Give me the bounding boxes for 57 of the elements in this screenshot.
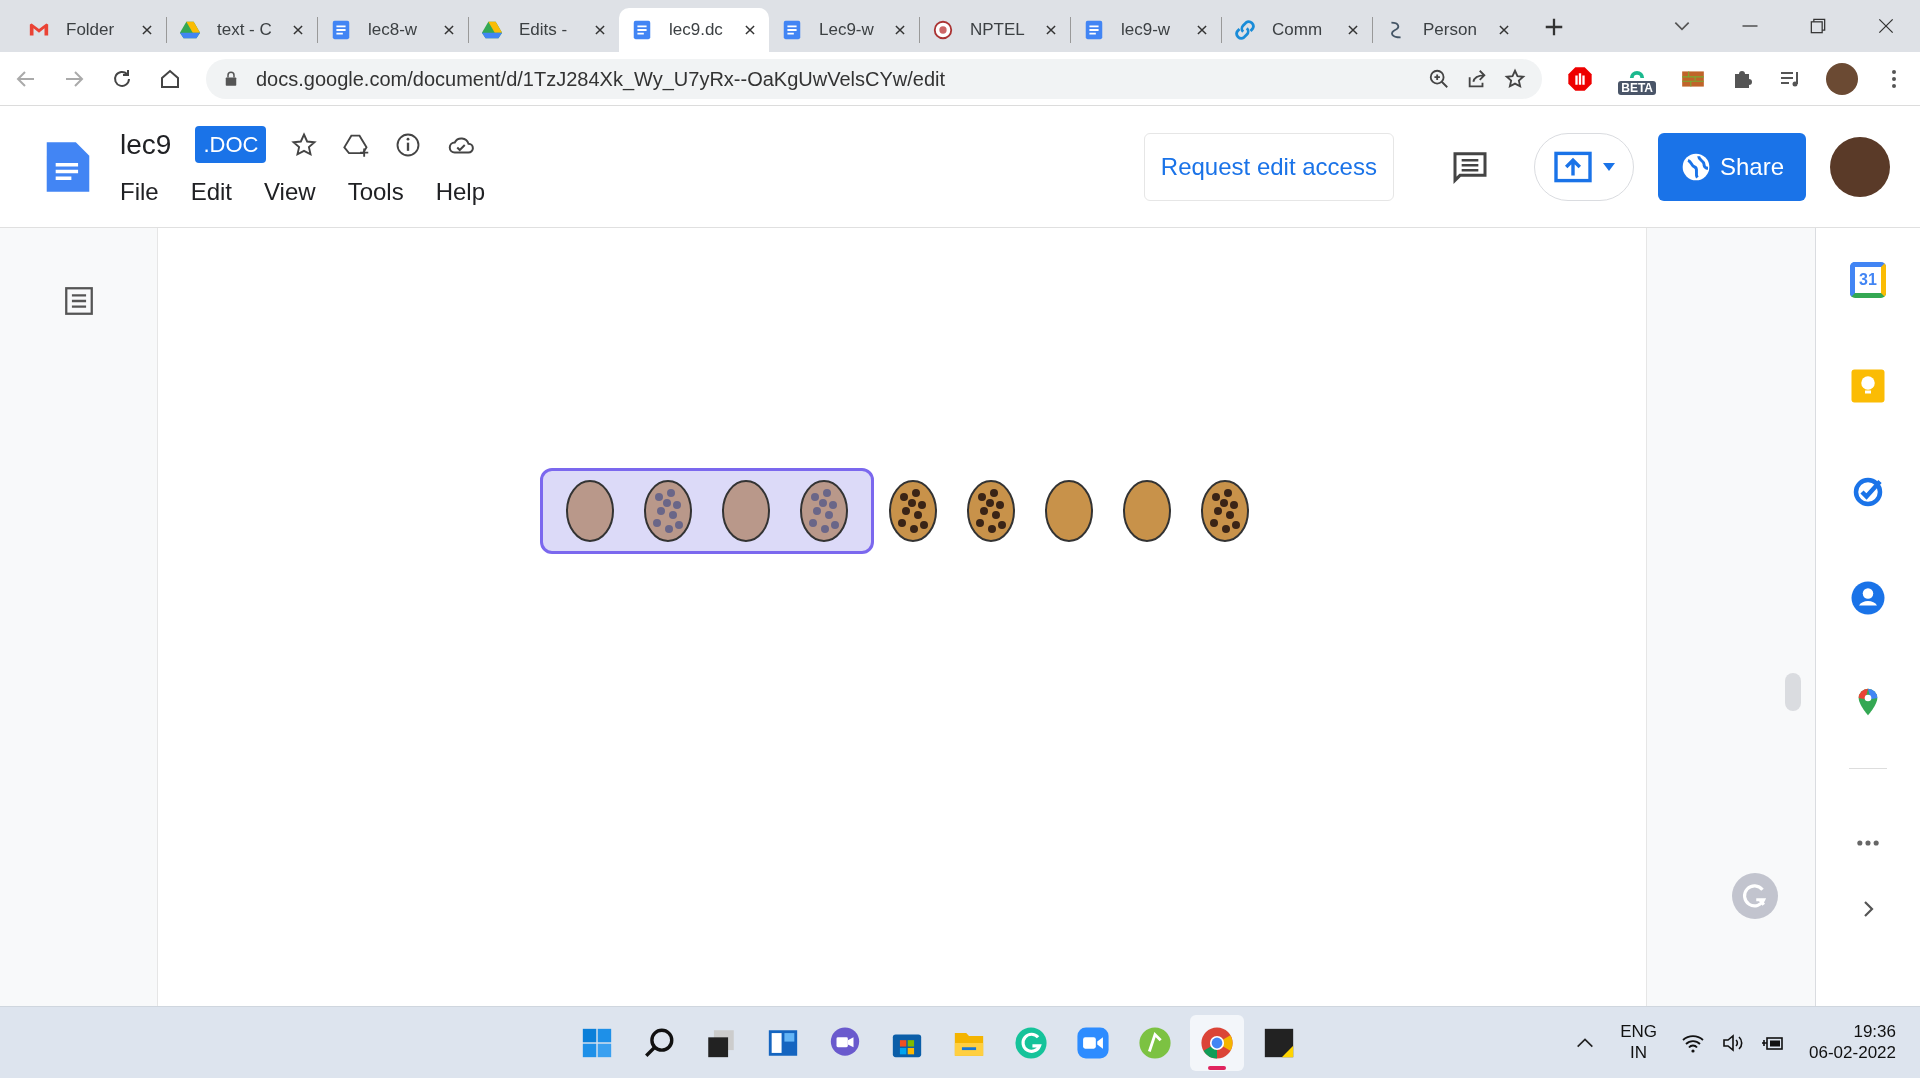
star-icon[interactable] bbox=[290, 130, 319, 159]
menu-item[interactable]: File bbox=[112, 173, 167, 210]
menu-item[interactable]: Edit bbox=[182, 173, 241, 210]
browser-tab[interactable]: Edits - bbox=[469, 8, 619, 52]
document-title[interactable]: lec9 bbox=[120, 123, 172, 166]
new-tab-icon[interactable] bbox=[1543, 16, 1565, 38]
browser-tab[interactable]: Person bbox=[1373, 8, 1523, 52]
caret-icon[interactable] bbox=[1601, 161, 1616, 172]
document-icon bbox=[781, 19, 803, 41]
format-badge: .DOC bbox=[195, 126, 267, 163]
triangle-icon bbox=[179, 19, 201, 41]
close-icon[interactable] bbox=[140, 23, 154, 37]
extension-badge: BETA bbox=[1618, 80, 1656, 95]
browser-tab[interactable]: lec9-w bbox=[1071, 8, 1221, 52]
browser-tab[interactable]: Lec9-w bbox=[769, 8, 919, 52]
browser-tab[interactable]: text - C bbox=[167, 8, 317, 52]
chrome-icon[interactable] bbox=[1200, 1025, 1234, 1060]
request-edit-access-button[interactable]: Request edit access bbox=[1143, 132, 1394, 201]
clock-time[interactable]: 19:36 bbox=[1853, 1022, 1896, 1043]
video-camera-icon[interactable] bbox=[1076, 1025, 1110, 1060]
document-icon bbox=[631, 19, 653, 41]
close-icon[interactable] bbox=[1346, 23, 1360, 37]
close-icon[interactable] bbox=[442, 23, 456, 37]
emblem-icon bbox=[932, 19, 954, 41]
region-label[interactable]: IN bbox=[1630, 1042, 1648, 1063]
close-icon[interactable] bbox=[893, 23, 907, 37]
browser-tab[interactable]: NPTEL bbox=[920, 8, 1070, 52]
menu-item[interactable]: View bbox=[256, 173, 324, 210]
avatar[interactable] bbox=[1826, 62, 1858, 95]
language-label[interactable]: ENG bbox=[1620, 1022, 1658, 1043]
calendar-icon[interactable]: 31 bbox=[1850, 262, 1886, 298]
link-icon bbox=[1234, 19, 1256, 41]
close-icon[interactable] bbox=[1497, 23, 1511, 37]
close-icon[interactable] bbox=[291, 23, 305, 37]
menu-item[interactable]: Help bbox=[427, 173, 493, 210]
upload-screen-icon[interactable] bbox=[1551, 149, 1594, 184]
share-button[interactable]: Share bbox=[1657, 132, 1806, 201]
star-icon[interactable] bbox=[1504, 67, 1527, 90]
triangle-icon bbox=[481, 19, 503, 41]
browser-tab[interactable]: Folder bbox=[16, 8, 166, 52]
document-icon bbox=[330, 19, 352, 41]
restore-icon[interactable] bbox=[1808, 16, 1828, 36]
close-icon[interactable] bbox=[1195, 23, 1209, 37]
browser-tab[interactable]: lec8-w bbox=[318, 8, 468, 52]
close-icon[interactable] bbox=[743, 23, 757, 37]
close-icon[interactable] bbox=[1044, 23, 1058, 37]
scrollbar-thumb[interactable] bbox=[1785, 673, 1801, 711]
close-icon[interactable] bbox=[1876, 16, 1896, 36]
menu-item[interactable]: Tools bbox=[339, 173, 412, 210]
document-icon bbox=[1083, 19, 1105, 41]
browser-tab[interactable]: Comm bbox=[1222, 8, 1372, 52]
clock-date[interactable]: 06-02-2022 bbox=[1809, 1042, 1896, 1063]
browser-tab[interactable]: lec9.dc bbox=[619, 8, 769, 52]
stop-hand-icon[interactable] bbox=[1566, 64, 1595, 93]
person-icon[interactable] bbox=[1850, 580, 1886, 616]
zoom-in-icon[interactable] bbox=[1428, 67, 1451, 90]
close-icon[interactable] bbox=[593, 23, 607, 37]
